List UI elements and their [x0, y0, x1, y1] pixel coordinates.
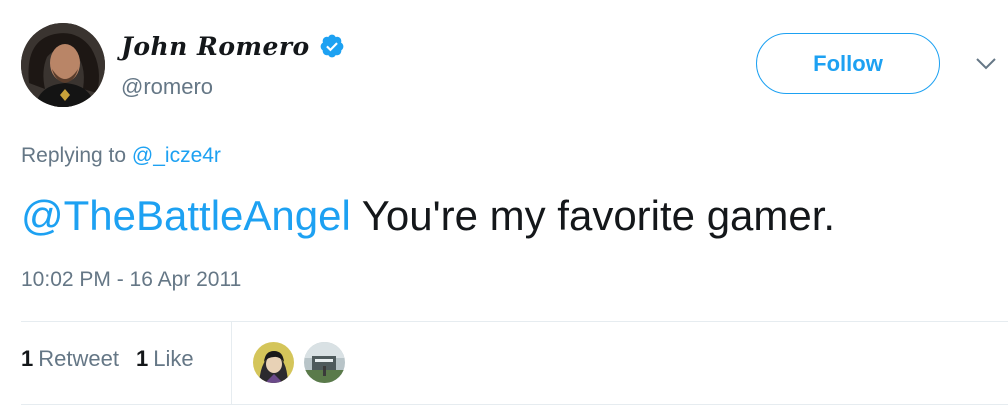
liker-avatar[interactable]	[253, 342, 294, 383]
retweet-label: Retweet	[38, 346, 119, 371]
display-name[interactable]: John Romero	[121, 32, 310, 61]
follow-button[interactable]: Follow	[756, 33, 940, 94]
tweet-timestamp[interactable]: 10:02 PM - 16 Apr 2011	[21, 268, 241, 292]
user-handle[interactable]: @romero	[121, 74, 213, 100]
liker-avatars	[253, 342, 355, 383]
stats-divider-top	[21, 321, 1008, 322]
stats-vertical-divider	[231, 322, 232, 404]
like-label: Like	[153, 346, 194, 371]
chevron-down-icon[interactable]	[975, 56, 997, 72]
user-avatar[interactable]	[21, 23, 105, 107]
replying-to-prefix: Replying to	[21, 144, 127, 167]
like-count: 1	[135, 346, 149, 371]
tweet-text: @TheBattleAngel You're my favorite gamer…	[21, 188, 835, 244]
liker-avatar[interactable]	[304, 342, 345, 383]
tweet-stats: 1 Retweet 1 Like	[21, 346, 194, 372]
retweet-stat[interactable]: 1 Retweet	[21, 346, 119, 372]
tweet-mention-link[interactable]: @TheBattleAngel	[21, 192, 351, 239]
tweet-card: John Romero @romero Follow Replying to @…	[0, 0, 1008, 407]
replying-to: Replying to @_icze4r	[21, 144, 221, 168]
stats-divider-bottom	[21, 404, 1008, 405]
name-row: John Romero	[121, 30, 345, 62]
like-stat[interactable]: 1 Like	[136, 346, 194, 372]
retweet-count: 1	[21, 346, 34, 371]
reply-to-handle-link[interactable]: @_icze4r	[132, 144, 221, 167]
tweet-body-text: You're my favorite gamer.	[350, 192, 836, 239]
verified-badge-icon	[319, 33, 345, 59]
